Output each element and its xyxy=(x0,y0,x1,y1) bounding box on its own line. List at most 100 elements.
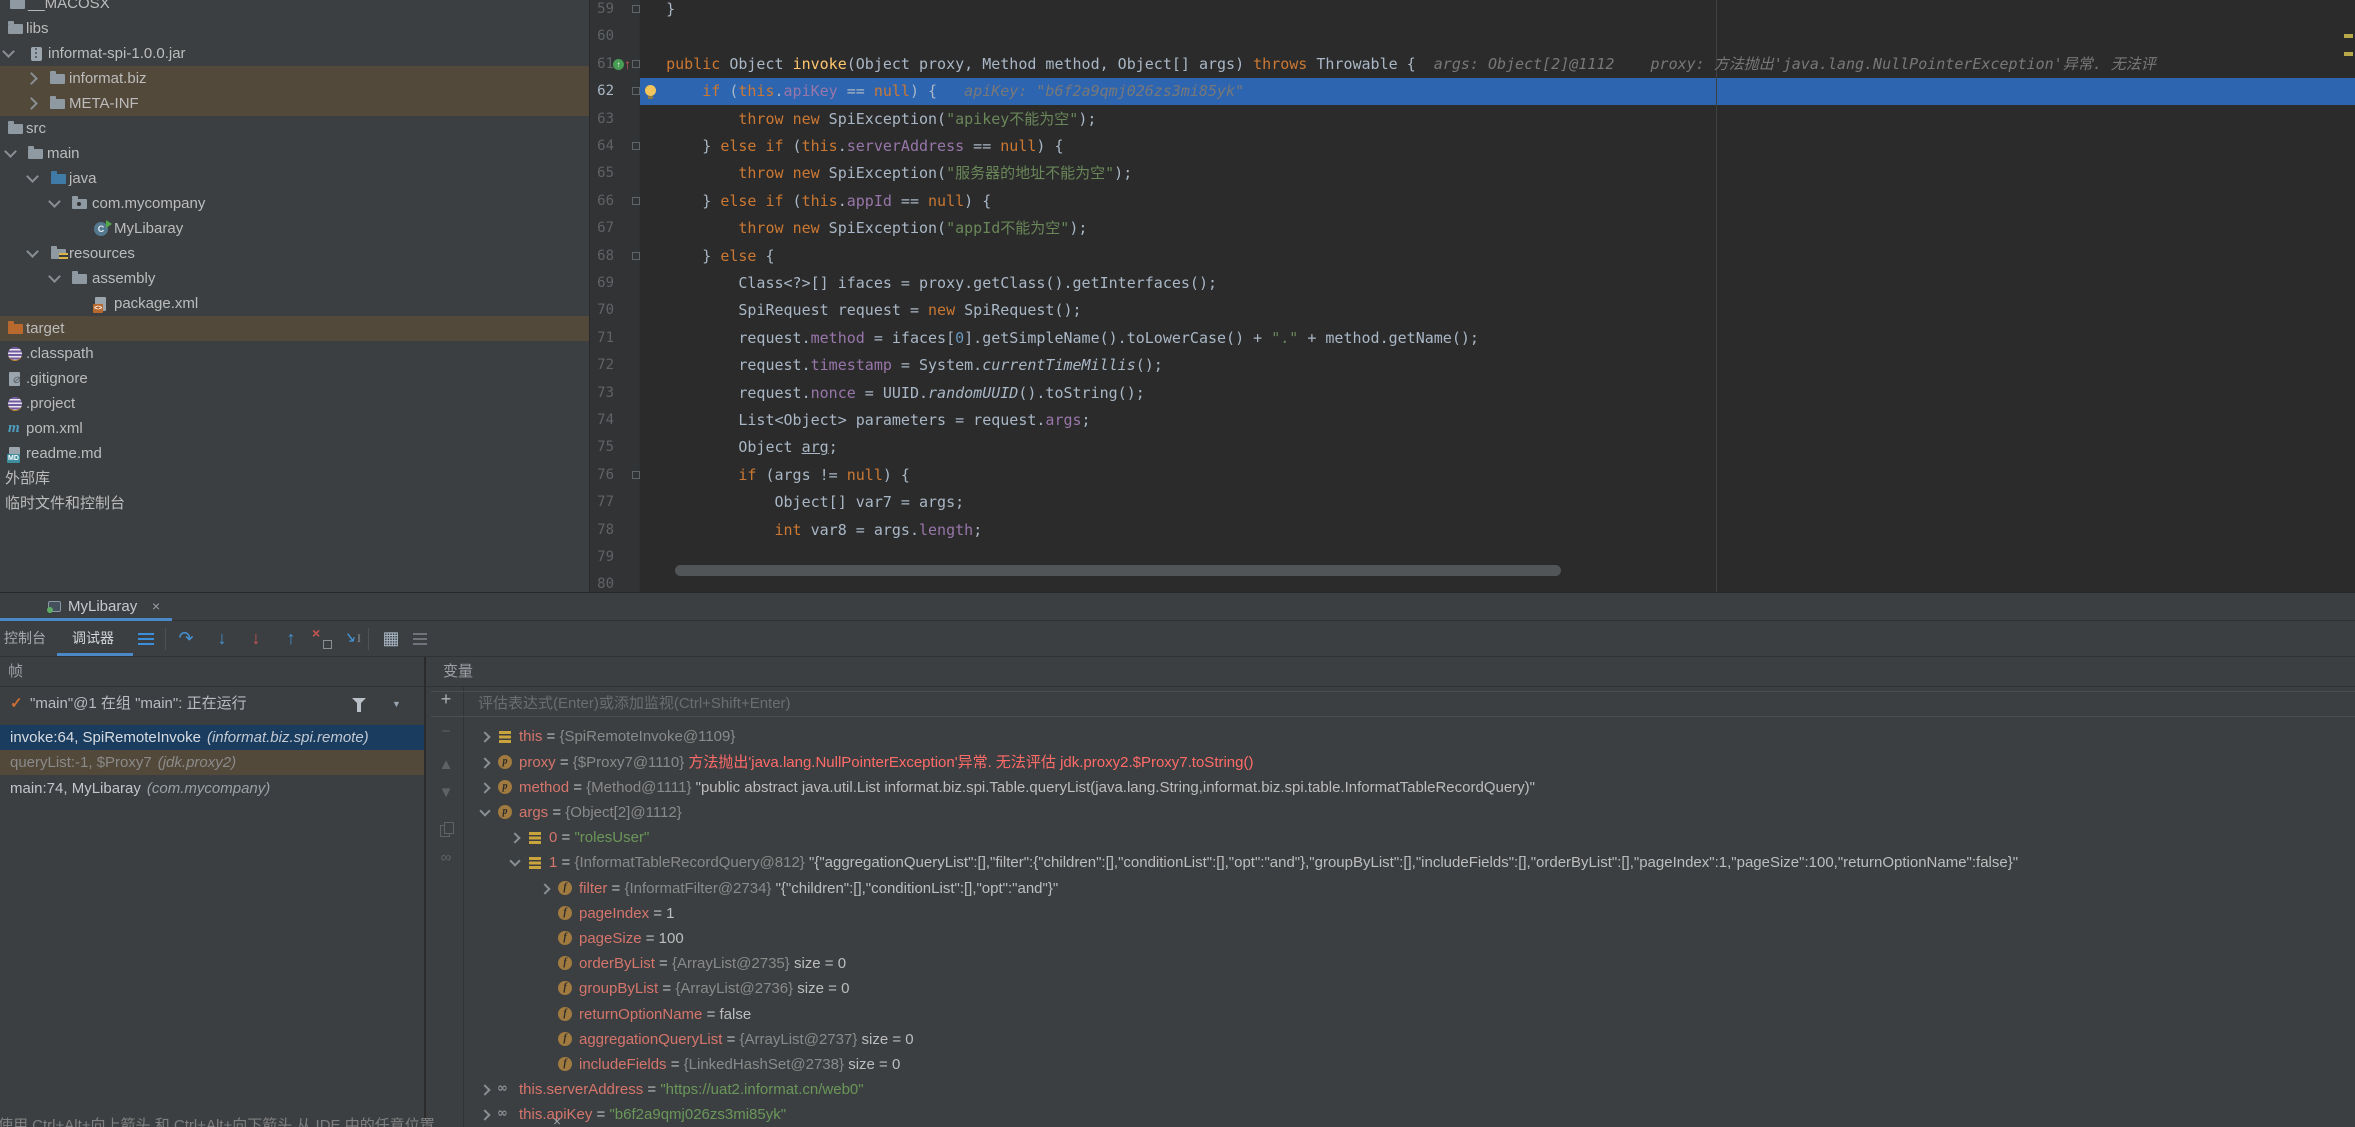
project-tree-item[interactable]: informat-spi-1.0.0.jar xyxy=(0,41,589,66)
run-to-cursor-icon[interactable]: ↘I xyxy=(338,621,366,657)
project-tree-item[interactable]: .project xyxy=(0,391,589,416)
chevron-down-icon[interactable]: ▼ xyxy=(392,691,401,717)
panel-divider[interactable] xyxy=(424,657,426,1127)
line-number[interactable]: 59 xyxy=(590,0,614,23)
line-number[interactable]: 72 xyxy=(590,352,614,379)
variable-row[interactable]: faggregationQueryList = {ArrayList@2737}… xyxy=(536,1027,914,1052)
project-tree-panel[interactable]: __MACOSXlibsinformat-spi-1.0.0.jarinform… xyxy=(0,0,590,592)
drop-frame-icon[interactable]: × xyxy=(308,621,336,657)
line-number[interactable]: 74 xyxy=(590,407,614,434)
variable-row[interactable]: fpageSize = 100 xyxy=(536,926,684,951)
thread-selector[interactable]: ✓ "main"@1 在组 "main": 正在运行 ▼ xyxy=(0,691,424,717)
view-menu-icon[interactable] xyxy=(132,621,160,657)
tab-debugger[interactable]: 调试器 xyxy=(72,621,114,657)
variable-row[interactable]: forderByList = {ArrayList@2735} size = 0 xyxy=(536,951,846,976)
close-session-icon[interactable]: × xyxy=(152,593,160,620)
layout-settings-icon[interactable] xyxy=(407,621,435,657)
frame-row[interactable]: main:74, MyLibaray(com.mycompany) xyxy=(0,776,424,801)
tree-chevron-icon[interactable] xyxy=(476,750,497,775)
project-tree-item[interactable]: CMyLibaray xyxy=(0,216,589,241)
line-number[interactable]: 76 xyxy=(590,462,614,489)
step-out-icon[interactable]: ↑ xyxy=(277,621,305,657)
code-editor[interactable]: 59 }6061↑↑ public Object invoke(Object p… xyxy=(590,0,2355,592)
project-tree-item[interactable]: java xyxy=(0,166,589,191)
add-watch-icon[interactable]: + xyxy=(433,689,459,710)
line-number[interactable]: 61 xyxy=(590,51,614,78)
variable-row[interactable]: ffilter = {InformatFilter@2734} "{"child… xyxy=(536,876,1058,901)
line-number[interactable]: 60 xyxy=(590,23,614,50)
tree-chevron-icon[interactable] xyxy=(476,1102,497,1127)
horizontal-scrollbar[interactable] xyxy=(675,565,1561,576)
project-tree-item[interactable]: 外部库 xyxy=(0,466,589,491)
tree-chevron-icon[interactable] xyxy=(506,825,527,850)
filter-funnel-icon[interactable] xyxy=(352,698,366,705)
code-line[interactable]: 64 } else if (this.serverAddress == null… xyxy=(590,133,2355,160)
project-tree-item[interactable]: 临时文件和控制台 xyxy=(0,491,589,516)
code-line[interactable]: 77 Object[] var7 = args; xyxy=(590,489,2355,516)
line-number[interactable]: 71 xyxy=(590,325,614,352)
move-down-icon[interactable]: ▼ xyxy=(433,784,459,801)
variable-row[interactable]: fpageIndex = 1 xyxy=(536,901,675,926)
tree-chevron-icon[interactable] xyxy=(476,724,497,749)
code-line[interactable]: 62 if (this.apiKey == null) { apiKey: "b… xyxy=(590,78,2355,105)
code-line[interactable]: 72 request.timestamp = System.currentTim… xyxy=(590,352,2355,379)
line-number[interactable]: 62 xyxy=(590,78,614,105)
variable-row[interactable]: ∞this.apiKey = "b6f2a9qmj026zs3mi85yk" xyxy=(476,1102,786,1127)
tree-chevron-icon[interactable] xyxy=(506,850,527,875)
evaluate-expression-icon[interactable]: ▦ xyxy=(377,621,405,657)
project-tree-item[interactable]: <>package.xml xyxy=(0,291,589,316)
debug-session-tab[interactable]: MyLibaray × xyxy=(0,593,172,621)
code-line[interactable]: 76 if (args != null) { xyxy=(590,462,2355,489)
warning-stripe-mark[interactable] xyxy=(2344,34,2353,38)
step-into-icon[interactable]: ↓ xyxy=(208,621,236,657)
force-step-into-icon[interactable]: ↓ xyxy=(242,621,270,657)
project-tree-item[interactable]: src xyxy=(0,116,589,141)
code-line[interactable]: 73 request.nonce = UUID.randomUUID().toS… xyxy=(590,380,2355,407)
project-tree-item[interactable]: libs xyxy=(0,16,589,41)
code-line[interactable]: 75 Object arg; xyxy=(590,434,2355,461)
line-number[interactable]: 67 xyxy=(590,215,614,242)
tree-chevron-icon[interactable] xyxy=(476,800,497,825)
code-line[interactable]: 69 Class<?>[] ifaces = proxy.getClass().… xyxy=(590,270,2355,297)
line-number[interactable]: 75 xyxy=(590,434,614,461)
warning-stripe-mark[interactable] xyxy=(2344,52,2353,56)
code-line[interactable]: 67 throw new SpiException("appId不能为空"); xyxy=(590,215,2355,242)
project-tree-item[interactable]: .classpath xyxy=(0,341,589,366)
code-line[interactable]: 74 List<Object> parameters = request.arg… xyxy=(590,407,2355,434)
variable-row[interactable]: pmethod = {Method@1111} "public abstract… xyxy=(476,775,1535,800)
line-number[interactable]: 77 xyxy=(590,489,614,516)
code-line[interactable]: 71 request.method = ifaces[0].getSimpleN… xyxy=(590,325,2355,352)
line-number[interactable]: 73 xyxy=(590,380,614,407)
variable-row[interactable]: fincludeFields = {LinkedHashSet@2738} si… xyxy=(536,1052,900,1077)
code-line[interactable]: 61↑↑ public Object invoke(Object proxy, … xyxy=(590,51,2355,78)
move-up-icon[interactable]: ▲ xyxy=(433,756,459,773)
override-method-icon[interactable]: ↑ xyxy=(613,59,624,70)
project-tree-item[interactable]: META-INF xyxy=(0,91,589,116)
project-tree-item[interactable]: target xyxy=(0,316,589,341)
code-line[interactable]: 60 xyxy=(590,23,2355,50)
tree-chevron-icon[interactable] xyxy=(536,876,557,901)
code-line[interactable]: 65 throw new SpiException("服务器的地址不能为空"); xyxy=(590,160,2355,187)
line-number[interactable]: 80 xyxy=(590,571,614,592)
project-tree-item[interactable]: com.mycompany xyxy=(0,191,589,216)
code-line[interactable]: 70 SpiRequest request = new SpiRequest()… xyxy=(590,297,2355,324)
show-watches-icon[interactable]: ∞ xyxy=(433,849,459,866)
tab-console[interactable]: 控制台 xyxy=(4,621,46,657)
line-number[interactable]: 64 xyxy=(590,133,614,160)
line-number[interactable]: 70 xyxy=(590,297,614,324)
project-tree-item[interactable]: main xyxy=(0,141,589,166)
line-number[interactable]: 69 xyxy=(590,270,614,297)
frame-row[interactable]: invoke:64, SpiRemoteInvoke(informat.biz.… xyxy=(0,725,424,750)
code-line[interactable]: 68 } else { xyxy=(590,243,2355,270)
frame-row[interactable]: queryList:-1, $Proxy7(jdk.proxy2) xyxy=(0,750,424,775)
project-tree-item[interactable]: mpom.xml xyxy=(0,416,589,441)
copy-icon[interactable] xyxy=(440,825,450,837)
project-tree-item[interactable]: MDreadme.md xyxy=(0,441,589,466)
line-number[interactable]: 66 xyxy=(590,188,614,215)
code-line[interactable]: 59 } xyxy=(590,0,2355,23)
project-tree-item[interactable]: .gitignore xyxy=(0,366,589,391)
project-tree-item[interactable]: informat.biz xyxy=(0,66,589,91)
variable-row[interactable]: pproxy = {$Proxy7@1110} 方法抛出'java.lang.N… xyxy=(476,750,1254,775)
code-line[interactable]: 78 int var8 = args.length; xyxy=(590,517,2355,544)
line-number[interactable]: 79 xyxy=(590,544,614,571)
